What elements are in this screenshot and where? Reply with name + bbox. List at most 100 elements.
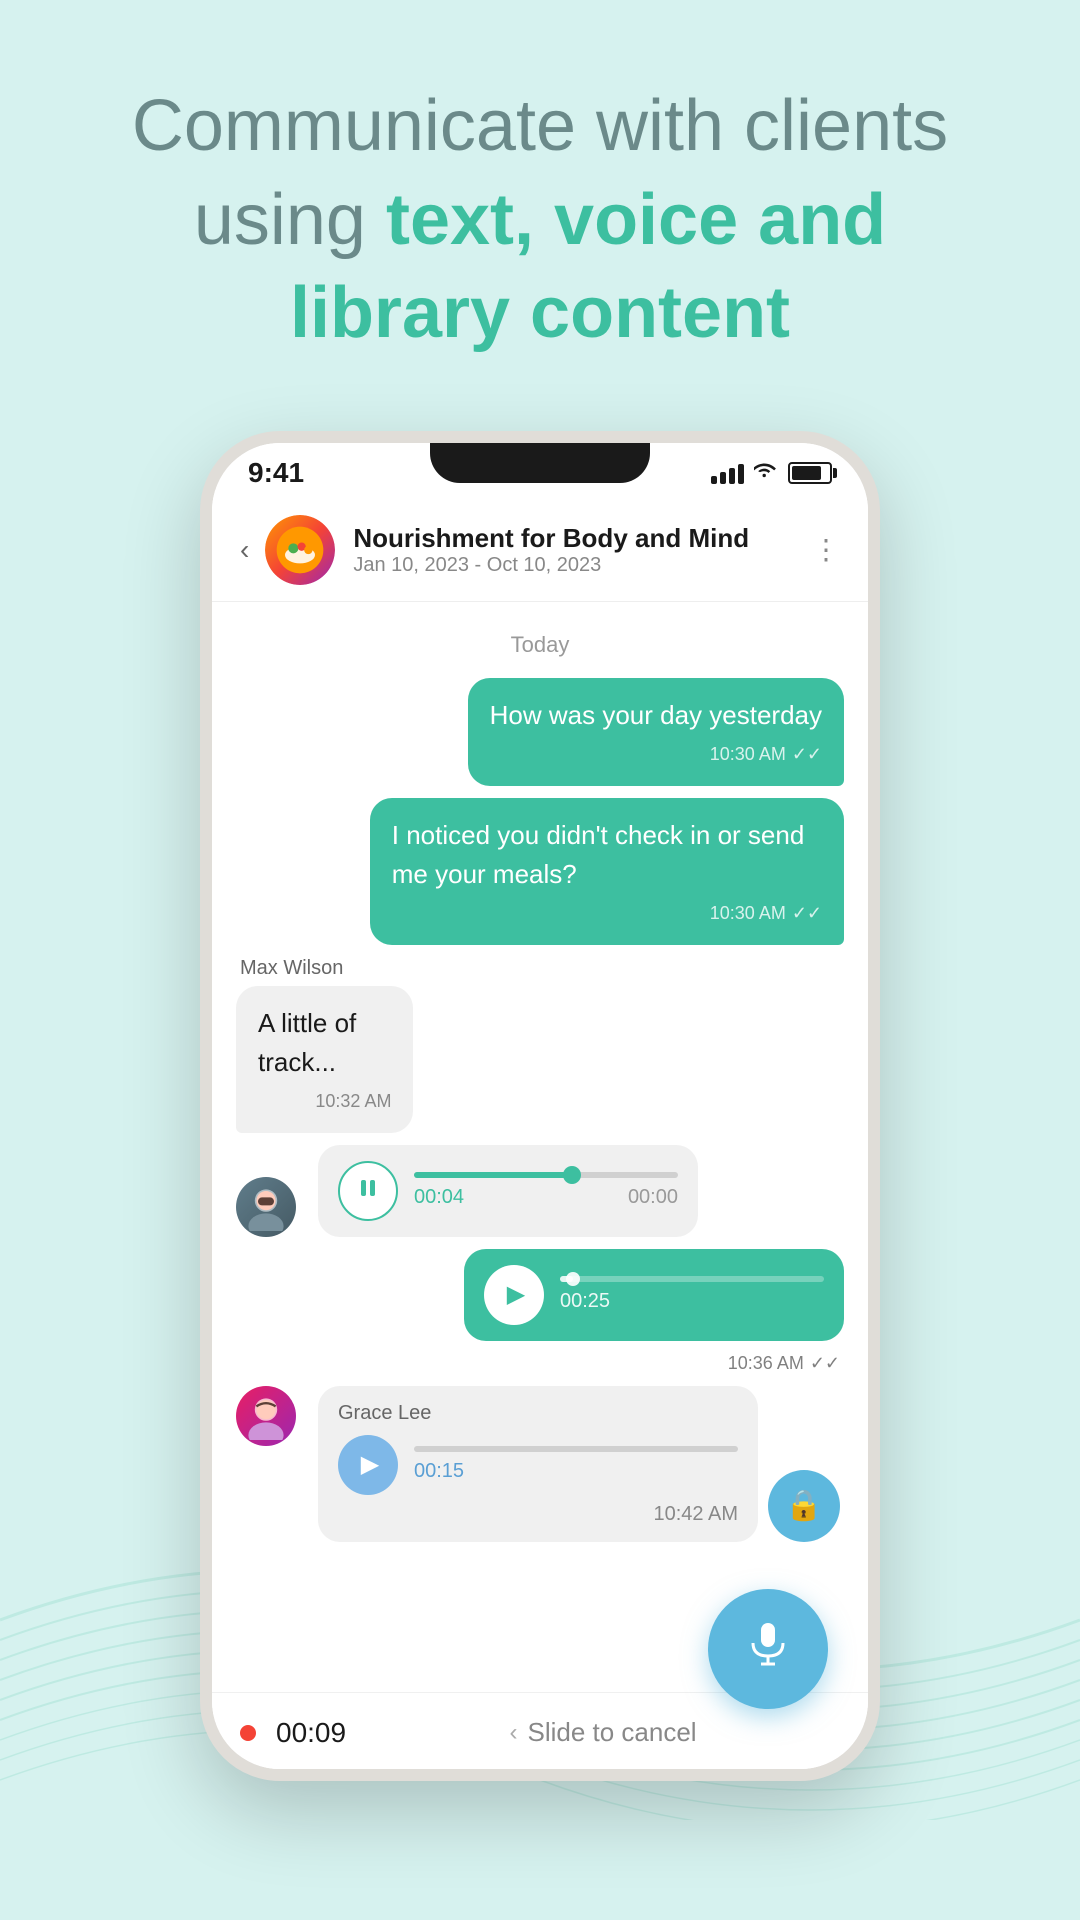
voice-recording-bar: 00:09 ‹ Slide to cancel — [240, 1717, 840, 1749]
voice2-meta: 10:36 AM ✓✓ — [236, 1353, 844, 1374]
grace-time-bottom: 10:42 AM — [338, 1503, 738, 1526]
message-text-2: I noticed you didn't check in or send me… — [392, 820, 805, 889]
signal-bar-2 — [720, 472, 726, 484]
voice2-time: 10:36 AM — [728, 1353, 804, 1374]
date-divider: Today — [236, 632, 844, 658]
message-meta-3: 10:32 AM — [258, 1088, 391, 1115]
grace-voice-bubble: Grace Lee ▶ 00:15 — [318, 1386, 758, 1542]
phone-wrapper: 9:41 ‹ — [0, 411, 1080, 1781]
header-line3-highlight: library content — [290, 273, 790, 353]
pause-icon-1 — [357, 1177, 379, 1205]
battery-fill — [792, 466, 821, 480]
voice2-checks: ✓✓ — [810, 1353, 840, 1374]
play-button-2[interactable]: ▶ — [484, 1265, 544, 1325]
voice-message-2: ▶ 00:25 — [464, 1249, 844, 1341]
message-bubble-1: How was your day yesterday 10:30 AM ✓✓ — [468, 678, 844, 786]
header-line2-plain: using — [194, 180, 386, 260]
signal-bar-3 — [729, 468, 735, 484]
message-row-3: Max Wilson A little of track... 10:32 AM — [236, 957, 844, 1133]
message-row-1: How was your day yesterday 10:30 AM ✓✓ — [236, 678, 844, 786]
received-group-3: Max Wilson A little of track... 10:32 AM — [236, 957, 464, 1133]
chat-avatar — [265, 515, 335, 585]
voice-progress-dot-1 — [563, 1166, 581, 1184]
voice-current-time-1: 00:04 — [414, 1186, 464, 1209]
voice-content-1: 00:04 00:00 — [414, 1172, 678, 1209]
grace-avatar — [236, 1386, 296, 1446]
mic-button-wrapper — [708, 1589, 828, 1709]
header-line2-highlight: text, voice and — [386, 180, 886, 260]
lock-icon: 🔒 — [785, 1488, 822, 1523]
chat-header: ‹ Nourishment for Body and Mind — [212, 499, 868, 602]
header-section: Communicate with clients using text, voi… — [0, 0, 1080, 411]
check-marks-2: ✓✓ — [792, 900, 822, 927]
pause-button-1[interactable] — [338, 1161, 398, 1221]
user-avatar-grace — [236, 1386, 306, 1446]
grace-voice-waveform — [414, 1446, 738, 1452]
chevron-left-icon: ‹ — [509, 1719, 517, 1747]
battery-icon — [788, 462, 832, 484]
signal-bar-1 — [711, 476, 717, 484]
message-text-1: How was your day yesterday — [490, 700, 822, 730]
avatar-man-bg — [236, 1177, 296, 1237]
voice-time-row-2: 00:25 — [560, 1290, 824, 1313]
voice-total-time-1: 00:00 — [628, 1186, 678, 1209]
phone-frame: 9:41 ‹ — [200, 431, 880, 1781]
signal-bar-4 — [738, 464, 744, 484]
food-bowl-avatar — [265, 515, 335, 585]
message-bubble-2: I noticed you didn't check in or send me… — [370, 798, 844, 945]
recording-dot — [240, 1725, 256, 1741]
header-text: Communicate with clients using text, voi… — [80, 80, 1000, 361]
message-bubble-3: A little of track... 10:32 AM — [236, 986, 413, 1133]
sender-name-max: Max Wilson — [240, 957, 464, 980]
message-meta-1: 10:30 AM ✓✓ — [490, 741, 822, 768]
wifi-icon — [754, 461, 778, 485]
lock-button[interactable]: 🔒 — [768, 1470, 840, 1542]
message-row-voice2: ▶ 00:25 — [236, 1249, 844, 1341]
avatar-woman-bg — [236, 1386, 296, 1446]
message-row-voice1: 00:04 00:00 — [236, 1145, 844, 1237]
status-time: 9:41 — [248, 457, 304, 489]
grace-voice-time-row: 00:15 — [414, 1460, 738, 1483]
chat-body[interactable]: Today How was your day yesterday 10:30 A… — [212, 602, 868, 1692]
grace-sender-name: Grace Lee — [338, 1402, 738, 1425]
mic-button[interactable] — [708, 1589, 828, 1709]
voice-message-1: 00:04 00:00 — [318, 1145, 698, 1237]
phone-screen: 9:41 ‹ — [212, 443, 868, 1769]
recording-time: 00:09 — [276, 1717, 346, 1749]
voice-progress-1 — [414, 1172, 572, 1178]
status-icons — [711, 461, 832, 485]
user-avatar-max — [236, 1177, 306, 1237]
slide-text: Slide to cancel — [527, 1717, 696, 1748]
grace-current-time: 00:15 — [414, 1460, 464, 1483]
voice-waveform-2 — [560, 1276, 824, 1282]
message-row-2: I noticed you didn't check in or send me… — [236, 798, 844, 945]
message-time-3: 10:32 AM — [315, 1088, 391, 1115]
voice-time-row-1: 00:04 00:00 — [414, 1186, 678, 1209]
grace-voice-row: ▶ 00:15 — [338, 1435, 738, 1495]
max-avatar — [236, 1177, 296, 1237]
message-time-1: 10:30 AM — [710, 741, 786, 768]
back-button[interactable]: ‹ — [240, 534, 249, 566]
play-button-grace[interactable]: ▶ — [338, 1435, 398, 1495]
grace-voice-content: 00:15 — [414, 1446, 738, 1483]
chat-name: Nourishment for Body and Mind — [353, 523, 812, 554]
header-line1: Communicate with clients — [132, 86, 948, 166]
voice-waveform-1 — [414, 1172, 678, 1178]
message-text-3: A little of track... — [258, 1008, 356, 1077]
voice-current-time-2: 00:25 — [560, 1290, 610, 1313]
chat-info: Nourishment for Body and Mind Jan 10, 20… — [353, 523, 812, 577]
voice-progress-dot-2 — [566, 1272, 580, 1286]
message-meta-2: 10:30 AM ✓✓ — [392, 900, 822, 927]
play-icon-grace: ▶ — [361, 1450, 379, 1479]
play-icon-2: ▶ — [507, 1280, 525, 1309]
more-button[interactable]: ⋮ — [812, 533, 840, 566]
check-marks-1: ✓✓ — [792, 741, 822, 768]
chat-dates: Jan 10, 2023 - Oct 10, 2023 — [353, 554, 812, 577]
voice-content-2: 00:25 — [560, 1276, 824, 1313]
mic-icon — [743, 1618, 793, 1680]
grace-row: Grace Lee ▶ 00:15 — [236, 1386, 844, 1542]
grace-message-time: 10:42 AM — [653, 1503, 738, 1526]
phone-notch — [430, 443, 650, 483]
signal-bars-icon — [711, 462, 744, 484]
slide-to-cancel: ‹ Slide to cancel — [366, 1717, 840, 1748]
